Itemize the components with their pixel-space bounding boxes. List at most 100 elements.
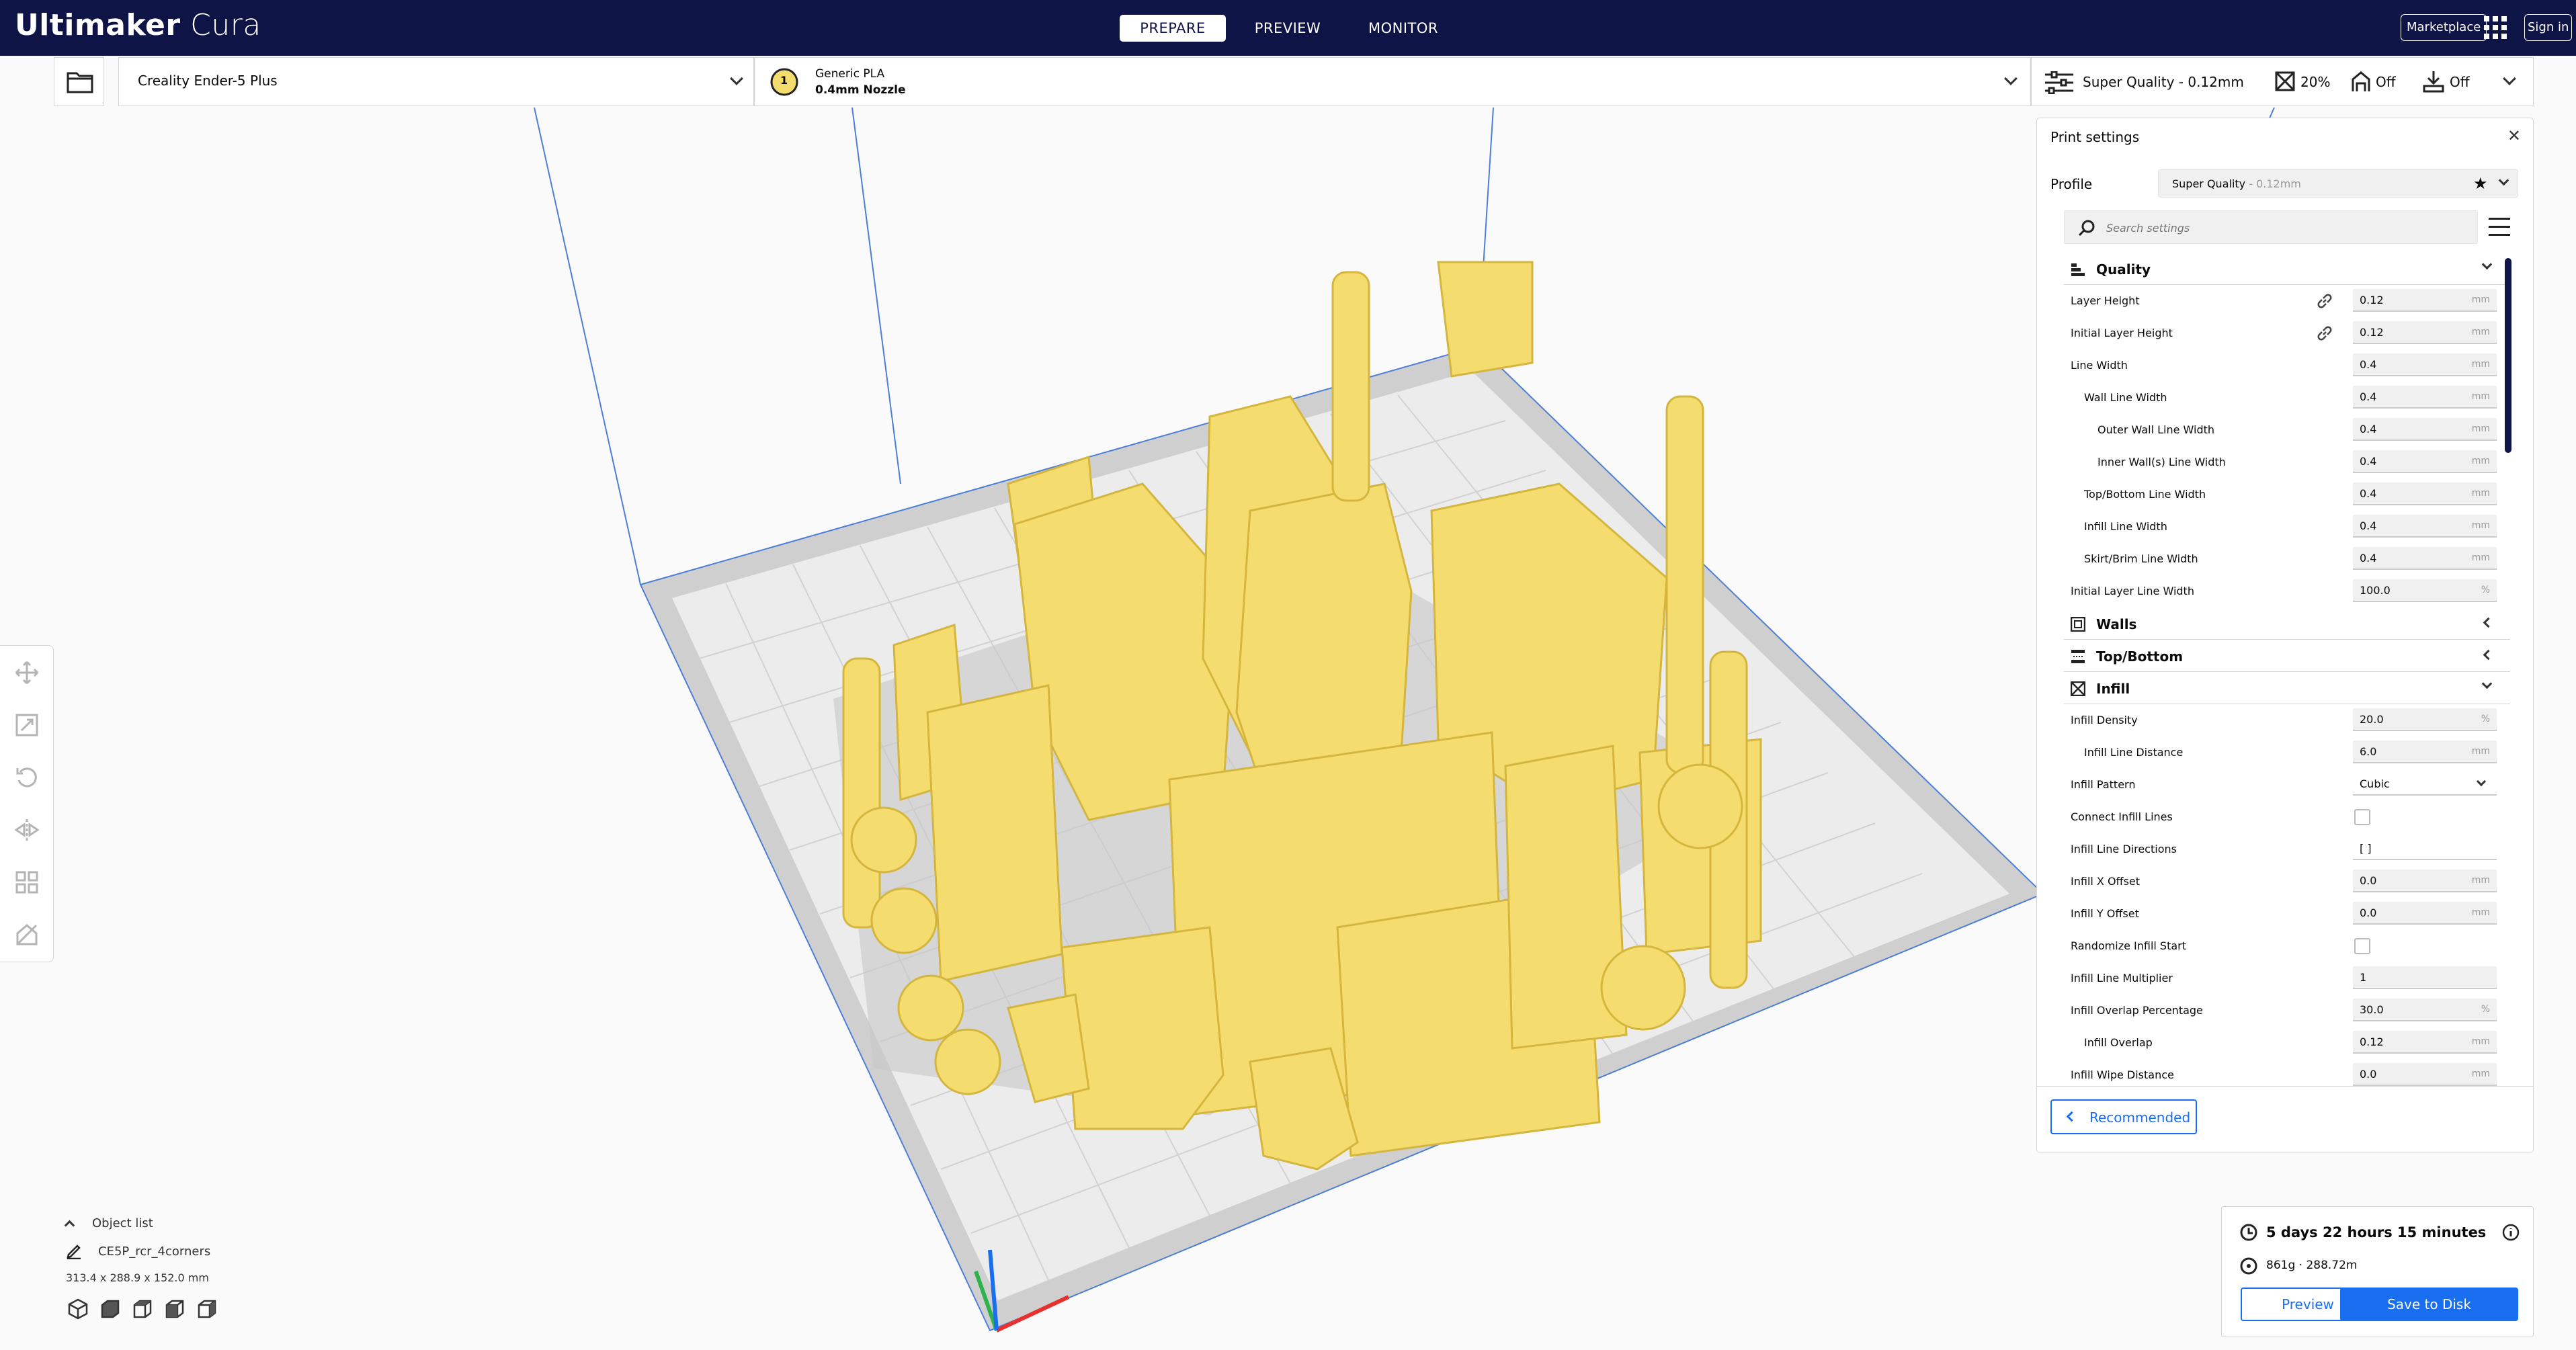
setting-field[interactable]: 20.0% (2353, 708, 2497, 731)
infill-pattern-select[interactable]: Cubic (2353, 773, 2497, 796)
setting-label: Infill X Offset (2071, 875, 2141, 888)
setting-row[interactable]: Top/Bottom Line Width 0.4 mm (2037, 478, 2533, 511)
per-model-settings-icon[interactable] (15, 870, 39, 894)
move-icon[interactable] (15, 661, 39, 685)
setting-row[interactable]: Infill X Offset 0.0 mm (2037, 866, 2533, 898)
setting-field[interactable]: 100.0% (2353, 579, 2497, 602)
marketplace-button[interactable]: Marketplace (2401, 14, 2487, 41)
setting-row[interactable]: Infill Density 20.0% (2037, 704, 2533, 736)
object-list-title[interactable]: Object list (92, 1216, 153, 1230)
print-setup-selector[interactable]: Super Quality - 0.12mm 20% Off Off (2031, 57, 2534, 106)
setting-field[interactable]: 1 (2353, 966, 2497, 989)
setting-row[interactable]: Infill Line Distance 6.0 mm (2037, 736, 2533, 769)
setting-row[interactable]: Line Width 0.4 mm (2037, 349, 2533, 382)
view-top-icon[interactable] (132, 1298, 153, 1320)
setting-field[interactable]: 6.0 mm (2353, 741, 2497, 763)
setting-field[interactable]: 0.4 mm (2353, 515, 2497, 538)
save-to-disk-button[interactable]: Save to Disk (2340, 1288, 2518, 1321)
setting-row[interactable]: Layer Height 0.12 mm (2037, 285, 2533, 317)
link-icon[interactable] (2315, 292, 2334, 310)
tab-prepare[interactable]: PREPARE (1120, 15, 1226, 42)
settings-scrollbar[interactable] (2505, 258, 2511, 453)
material-selector[interactable]: 1 Generic PLA 0.4mm Nozzle (754, 57, 2031, 106)
setting-field[interactable]: [ ] (2353, 837, 2497, 860)
setting-field[interactable]: 0.4 mm (2353, 547, 2497, 570)
support-summary: Off (2376, 74, 2396, 90)
info-icon[interactable] (2501, 1223, 2520, 1242)
rotate-icon[interactable] (15, 765, 39, 790)
setting-field[interactable]: 0.12 mm (2353, 321, 2497, 344)
setting-row[interactable]: Skirt/Brim Line Width 0.4 mm (2037, 543, 2533, 575)
pencil-icon[interactable] (66, 1243, 82, 1259)
setting-field[interactable]: 0.12 mm (2353, 1031, 2497, 1054)
connect-infill-checkbox[interactable] (2354, 809, 2370, 825)
setting-row[interactable]: Infill Wipe Distance 0.0 mm (2037, 1059, 2533, 1086)
setting-label: Randomize Infill Start (2071, 939, 2187, 952)
tab-preview[interactable]: PREVIEW (1254, 15, 1321, 42)
setting-row[interactable]: Inner Wall(s) Line Width 0.4 mm (2037, 446, 2533, 478)
setting-label: Initial Layer Height (2071, 327, 2173, 339)
chevron-up-icon[interactable] (64, 1220, 75, 1231)
setting-field[interactable]: 0.12 mm (2353, 289, 2497, 312)
adhesion-summary: Off (2450, 74, 2470, 90)
category-quality[interactable]: Quality (2064, 253, 2510, 285)
setting-field[interactable]: 0.4 mm (2353, 482, 2497, 505)
tool-panel (0, 645, 54, 962)
material-name: Generic PLA (815, 67, 885, 81)
support-blocker-icon[interactable] (15, 923, 39, 947)
setting-row[interactable]: Outer Wall Line Width 0.4 mm (2037, 414, 2533, 446)
setting-row[interactable]: Initial Layer Height 0.12 mm (2037, 317, 2533, 349)
setting-row[interactable]: Wall Line Width 0.4 mm (2037, 382, 2533, 414)
setting-field[interactable]: 0.4 mm (2353, 418, 2497, 441)
recommended-button[interactable]: Recommended (2050, 1099, 2197, 1134)
view-right-icon[interactable] (196, 1298, 218, 1320)
category-top-bottom[interactable]: Top/Bottom (2064, 640, 2510, 672)
profile-dropdown[interactable]: Super Quality - 0.12mm ★ (2158, 169, 2518, 198)
tab-monitor[interactable]: MONITOR (1362, 15, 1445, 42)
search-input[interactable] (2105, 218, 2468, 238)
infill-summary: 20% (2300, 74, 2331, 90)
setting-row[interactable]: Infill Overlap Percentage 30.0% (2037, 995, 2533, 1027)
category-infill[interactable]: Infill (2064, 672, 2510, 704)
open-file-button[interactable] (54, 57, 104, 106)
category-label: Top/Bottom (2096, 648, 2184, 665)
randomize-infill-checkbox[interactable] (2354, 938, 2370, 954)
setting-field[interactable]: 0.4 mm (2353, 450, 2497, 473)
setting-field[interactable]: 0.4 mm (2353, 353, 2497, 376)
apps-grid-icon[interactable] (2484, 16, 2507, 39)
sign-in-button[interactable]: Sign in (2524, 14, 2573, 41)
setting-row[interactable]: Infill Pattern Cubic (2037, 769, 2533, 801)
setting-field[interactable]: 30.0% (2353, 999, 2497, 1021)
setting-row[interactable]: Infill Line Width 0.4 mm (2037, 511, 2533, 543)
view-3d-icon[interactable] (67, 1298, 89, 1320)
mirror-icon[interactable] (15, 818, 39, 842)
setting-row[interactable]: Connect Infill Lines (2037, 801, 2533, 833)
setting-row[interactable]: Initial Layer Line Width 100.0% (2037, 575, 2533, 607)
setting-row[interactable]: Infill Line Directions [ ] (2037, 833, 2533, 866)
setting-row[interactable]: Infill Y Offset 0.0 mm (2037, 898, 2533, 930)
setting-label: Infill Overlap (2084, 1036, 2153, 1049)
view-left-icon[interactable] (164, 1298, 185, 1320)
setting-field[interactable]: 0.0 mm (2353, 1063, 2497, 1086)
category-label: Quality (2096, 261, 2151, 278)
category-walls[interactable]: Walls (2064, 607, 2510, 640)
link-icon[interactable] (2315, 324, 2334, 343)
scale-icon[interactable] (15, 713, 39, 737)
setting-field[interactable]: 0.4 mm (2353, 386, 2497, 409)
setting-row[interactable]: Infill Line Multiplier 1 (2037, 962, 2533, 995)
object-name: CE5P_rcr_4corners (98, 1244, 211, 1259)
setting-field[interactable]: 0.0 mm (2353, 870, 2497, 892)
setting-label: Inner Wall(s) Line Width (2097, 456, 2226, 468)
close-icon[interactable]: ✕ (2507, 126, 2521, 145)
setting-field[interactable]: 0.0 mm (2353, 902, 2497, 925)
setting-label: Layer Height (2071, 294, 2140, 307)
setting-label: Infill Line Distance (2084, 746, 2184, 759)
star-icon[interactable]: ★ (2473, 174, 2488, 193)
clock-icon (2240, 1224, 2257, 1241)
search-settings-field[interactable] (2064, 210, 2478, 244)
setting-row[interactable]: Infill Overlap 0.12 mm (2037, 1027, 2533, 1059)
setting-row[interactable]: Randomize Infill Start (2037, 930, 2533, 962)
printer-selector[interactable]: Creality Ender-5 Plus (118, 57, 754, 106)
settings-menu-icon[interactable] (2489, 218, 2510, 237)
view-front-icon[interactable] (99, 1298, 121, 1320)
